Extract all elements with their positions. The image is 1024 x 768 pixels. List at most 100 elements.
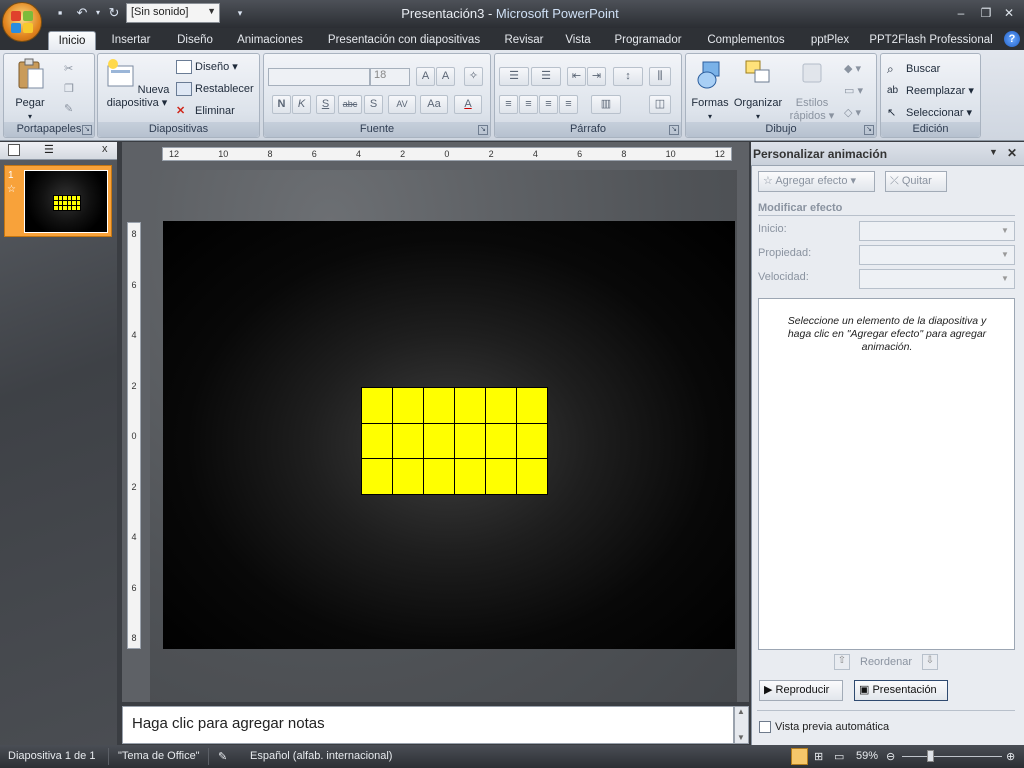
align-center-icon[interactable]: ≡ bbox=[519, 95, 538, 114]
zoom-slider-thumb[interactable] bbox=[927, 750, 934, 762]
close-button[interactable]: ✕ bbox=[998, 4, 1020, 22]
bold-button[interactable]: N bbox=[272, 95, 291, 114]
grid-cell[interactable] bbox=[455, 423, 485, 459]
font-size-combo[interactable]: 18 bbox=[370, 68, 410, 86]
grid-cell[interactable] bbox=[362, 423, 392, 459]
yellow-grid-table[interactable] bbox=[361, 387, 548, 495]
grid-cell[interactable] bbox=[393, 423, 423, 459]
language[interactable]: Español (alfab. internacional) bbox=[250, 750, 392, 762]
increase-indent-icon[interactable]: ⇥ bbox=[587, 67, 606, 86]
remove-button[interactable]: ⤫ Quitar bbox=[885, 171, 947, 192]
grid-cell[interactable] bbox=[424, 459, 454, 494]
line-spacing-icon[interactable]: ↕ bbox=[613, 67, 643, 86]
bullets-icon[interactable]: ☰ bbox=[499, 67, 529, 86]
autopreview-checkbox[interactable] bbox=[759, 721, 771, 733]
speed-combo[interactable]: ▼ bbox=[859, 269, 1015, 289]
justify-icon[interactable]: ≡ bbox=[559, 95, 578, 114]
reset-button[interactable]: Restablecer bbox=[176, 80, 254, 98]
copy-icon[interactable]: ❐ bbox=[64, 80, 74, 98]
underline-button[interactable]: S bbox=[316, 95, 335, 114]
numbering-icon[interactable]: ☰ bbox=[531, 67, 561, 86]
layout-button[interactable]: Diseño ▾ bbox=[176, 58, 238, 76]
repeat-icon[interactable]: ↻ bbox=[106, 5, 122, 21]
horizontal-ruler[interactable]: 12 10 8 6 4 2 0 2 4 6 8 10 12 bbox=[162, 147, 732, 161]
font-name-combo[interactable] bbox=[268, 68, 370, 86]
vertical-ruler[interactable]: 8 6 4 2 0 2 4 6 8 bbox=[127, 222, 141, 649]
scroll-up-icon[interactable]: ▲ bbox=[737, 707, 745, 716]
smartart-icon[interactable]: ◫ bbox=[649, 95, 671, 114]
theme-name[interactable]: "Tema de Office" bbox=[118, 750, 200, 762]
vertical-scrollbar[interactable] bbox=[737, 142, 749, 702]
play-button[interactable]: ▶ Reproducir bbox=[759, 680, 843, 701]
scroll-down-icon[interactable]: ▼ bbox=[737, 733, 745, 742]
slide-sorter-icon[interactable]: ⊞ bbox=[814, 750, 823, 763]
start-combo[interactable]: ▼ bbox=[859, 221, 1015, 241]
close-icon[interactable]: x bbox=[102, 143, 108, 155]
move-up-icon[interactable]: ⇧ bbox=[834, 654, 850, 670]
customize-qat-icon[interactable]: ▾ bbox=[232, 5, 248, 21]
tab-vista[interactable]: Vista bbox=[558, 31, 598, 50]
property-combo[interactable]: ▼ bbox=[859, 245, 1015, 265]
arrange-button[interactable]: Organizar ▾ bbox=[732, 58, 784, 123]
grid-cell[interactable] bbox=[486, 459, 516, 494]
grid-cell[interactable] bbox=[517, 459, 547, 494]
grid-cell[interactable] bbox=[455, 459, 485, 494]
undo-dropdown-icon[interactable]: ▾ bbox=[90, 5, 106, 21]
taskpane-menu-icon[interactable]: ▼ bbox=[989, 147, 998, 157]
clear-format-icon[interactable]: ✧ bbox=[464, 67, 483, 86]
grid-cell[interactable] bbox=[517, 388, 547, 423]
grid-cell[interactable] bbox=[362, 459, 392, 494]
slideshow-button[interactable]: ▣ Presentación bbox=[854, 680, 948, 701]
help-icon[interactable]: ? bbox=[1004, 31, 1020, 47]
shape-effects-icon[interactable]: ◇ ▾ bbox=[844, 104, 861, 122]
decrease-indent-icon[interactable]: ⇤ bbox=[567, 67, 586, 86]
grid-cell[interactable] bbox=[424, 423, 454, 459]
add-effect-button[interactable]: ☆ Agregar efecto ▾ bbox=[758, 171, 875, 192]
tab-presentacion[interactable]: Presentación con diapositivas bbox=[318, 31, 490, 50]
tab-programador[interactable]: Programador bbox=[606, 31, 690, 50]
quick-styles-button[interactable]: Estilos rápidos ▾ bbox=[786, 58, 838, 123]
launcher-icon[interactable]: ↘ bbox=[864, 125, 874, 135]
move-down-icon[interactable]: ⇩ bbox=[922, 654, 938, 670]
format-painter-icon[interactable]: ✎ bbox=[64, 100, 73, 118]
office-button[interactable] bbox=[2, 2, 42, 42]
font-color-button[interactable]: A bbox=[454, 95, 482, 114]
save-icon[interactable]: ▪ bbox=[52, 5, 68, 21]
text-direction-icon[interactable]: ⫼ bbox=[649, 67, 671, 86]
grid-cell[interactable] bbox=[455, 388, 485, 423]
grow-font-icon[interactable]: A bbox=[416, 67, 435, 86]
tab-ppt2flash[interactable]: PPT2Flash Professional bbox=[866, 31, 996, 50]
tab-complementos[interactable]: Complementos bbox=[698, 31, 794, 50]
minimize-button[interactable]: – bbox=[950, 4, 972, 22]
char-spacing-button[interactable]: AV bbox=[388, 95, 416, 114]
align-right-icon[interactable]: ≡ bbox=[539, 95, 558, 114]
tab-inicio[interactable]: Inicio bbox=[48, 31, 96, 50]
shape-fill-icon[interactable]: ◆ ▾ bbox=[844, 60, 861, 78]
grid-cell[interactable] bbox=[486, 423, 516, 459]
paste-button[interactable]: Pegar ▾ bbox=[10, 58, 50, 123]
launcher-icon[interactable]: ↘ bbox=[82, 125, 92, 135]
shrink-font-icon[interactable]: A bbox=[436, 67, 455, 86]
zoom-in-icon[interactable]: ⊕ bbox=[1006, 750, 1015, 763]
grid-cell[interactable] bbox=[424, 388, 454, 423]
notes-scrollbar[interactable]: ▲ ▼ bbox=[734, 706, 749, 744]
normal-view-icon[interactable] bbox=[791, 748, 808, 765]
restore-button[interactable]: ❐ bbox=[975, 4, 997, 22]
columns-icon[interactable]: ▥ bbox=[591, 95, 621, 114]
delete-button[interactable]: ✕ Eliminar bbox=[176, 102, 235, 120]
tab-revisar[interactable]: Revisar bbox=[498, 31, 550, 50]
zoom-level[interactable]: 59% bbox=[856, 750, 878, 762]
close-icon[interactable]: ✕ bbox=[1007, 146, 1017, 160]
cut-icon[interactable]: ✂ bbox=[64, 60, 73, 78]
notes-pane[interactable]: Haga clic para agregar notas bbox=[122, 706, 734, 744]
zoom-out-icon[interactable]: ⊖ bbox=[886, 750, 895, 763]
italic-button[interactable]: K bbox=[292, 95, 311, 114]
grid-cell[interactable] bbox=[517, 423, 547, 459]
select-button[interactable]: ↖ Seleccionar ▾ bbox=[887, 104, 972, 122]
tab-insertar[interactable]: Insertar bbox=[102, 31, 160, 50]
shape-outline-icon[interactable]: ▭ ▾ bbox=[844, 82, 863, 100]
zoom-slider[interactable] bbox=[902, 756, 1002, 757]
grid-cell[interactable] bbox=[393, 459, 423, 494]
align-left-icon[interactable]: ≡ bbox=[499, 95, 518, 114]
launcher-icon[interactable]: ↘ bbox=[669, 125, 679, 135]
